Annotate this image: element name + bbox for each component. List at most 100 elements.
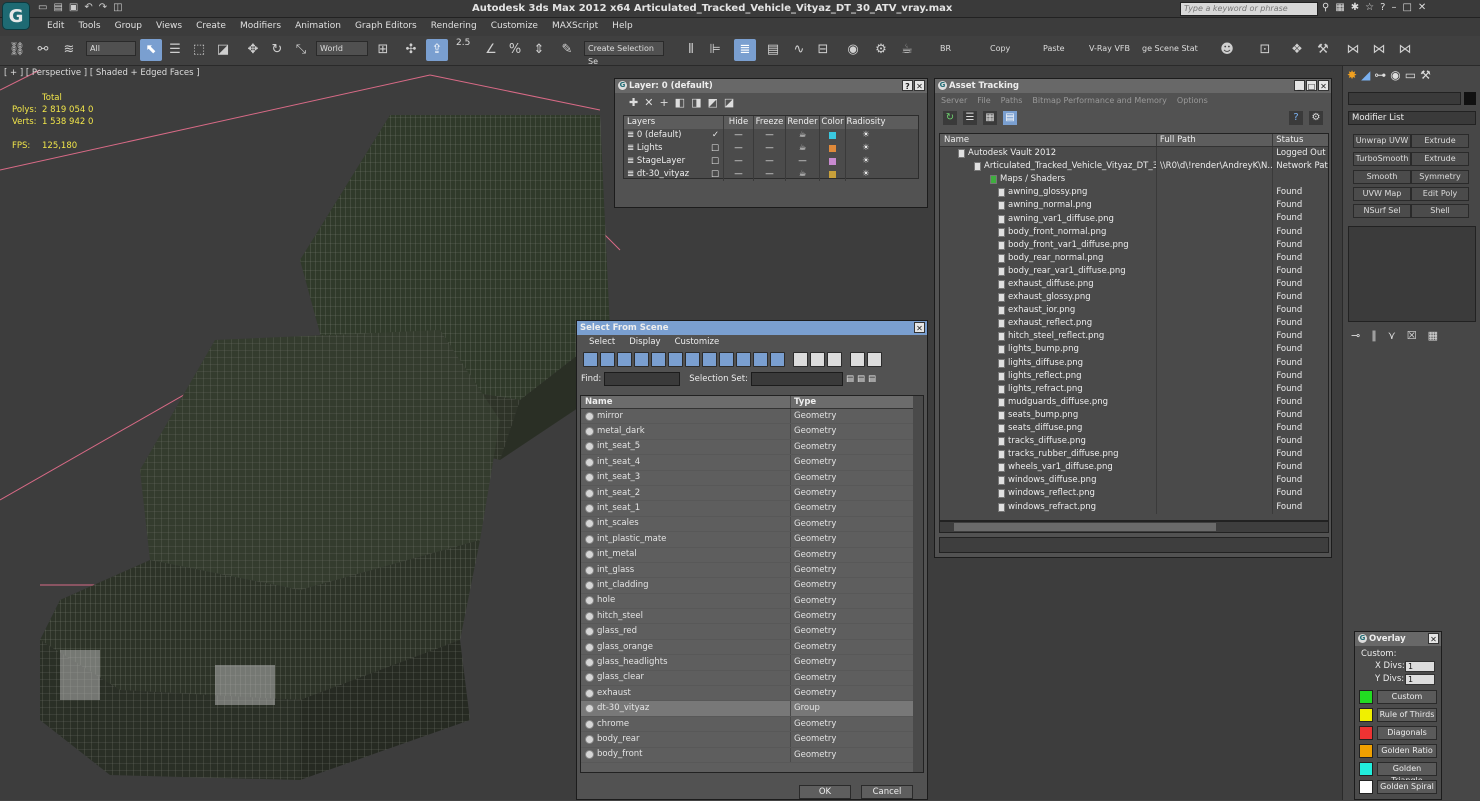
br-button[interactable]: BR bbox=[940, 44, 951, 53]
radiosity-icon[interactable]: ☀ bbox=[846, 142, 886, 155]
hide-toggle[interactable]: — bbox=[724, 129, 754, 142]
col-type[interactable]: Type bbox=[791, 396, 911, 408]
selset-icon[interactable]: ▤ bbox=[846, 374, 854, 384]
scene-row[interactable]: exhaust Geometry bbox=[581, 686, 923, 702]
select-in-layer-icon[interactable]: ◧ bbox=[675, 96, 685, 110]
display-frozen-icon[interactable] bbox=[753, 352, 768, 367]
display-bones-icon[interactable] bbox=[719, 352, 734, 367]
layer-manager-icon[interactable]: ≣ bbox=[734, 39, 756, 61]
scene-row[interactable]: int_plastic_mate Geometry bbox=[581, 532, 923, 548]
filter-options-icon[interactable] bbox=[867, 352, 882, 367]
overlay-button[interactable]: Golden Triangle bbox=[1377, 762, 1437, 785]
scene-dialog-title[interactable]: Select From Scene ✕ bbox=[577, 321, 927, 335]
render-teapot-icon[interactable]: — bbox=[786, 155, 820, 168]
scene-row[interactable]: int_seat_1 Geometry bbox=[581, 501, 923, 517]
scene-menu-select[interactable]: Select bbox=[589, 335, 615, 350]
asset-connect-icon[interactable]: ⚙ bbox=[1309, 111, 1323, 125]
modifier-button[interactable]: Shell bbox=[1411, 204, 1469, 218]
thumbnail-view-icon[interactable]: ▦ bbox=[983, 111, 997, 125]
scene-list-scrollbar[interactable] bbox=[913, 396, 923, 772]
asset-row[interactable]: Autodesk Vault 2012 Logged Out ( bbox=[940, 147, 1328, 161]
overlay-color-swatch[interactable] bbox=[1359, 690, 1373, 704]
object-color-swatch[interactable] bbox=[1464, 92, 1476, 105]
scene-row[interactable]: hitch_steel Geometry bbox=[581, 609, 923, 625]
hide-toggle[interactable]: — bbox=[724, 142, 754, 155]
modifier-button[interactable]: UVW Map bbox=[1353, 187, 1411, 201]
scene-row[interactable]: metal_dark Geometry bbox=[581, 424, 923, 440]
window-crossing-icon[interactable]: ◪ bbox=[212, 39, 234, 61]
pivot-center-icon[interactable]: ⊞ bbox=[372, 39, 394, 61]
overlay-item[interactable]: Golden Spiral bbox=[1359, 780, 1437, 795]
asset-menu-server[interactable]: Server bbox=[941, 93, 967, 108]
asset-row[interactable]: windows_refract.png Found bbox=[940, 500, 1328, 514]
container-icon[interactable]: ❖ bbox=[1286, 39, 1308, 61]
configure-sets-icon[interactable]: ▦ bbox=[1428, 329, 1438, 342]
asset-row[interactable]: exhaust_diffuse.png Found bbox=[940, 277, 1328, 292]
schematic-view-icon[interactable]: ⊟ bbox=[812, 39, 834, 61]
hierarchy-tab-icon[interactable]: ⊶ bbox=[1374, 68, 1386, 84]
modify-tab-icon[interactable]: ◢ bbox=[1361, 68, 1370, 84]
display-groups-icon[interactable] bbox=[685, 352, 700, 367]
overlay-button[interactable]: Golden Ratio bbox=[1377, 744, 1437, 758]
modifier-button[interactable]: Extrude bbox=[1411, 134, 1469, 148]
move-icon[interactable]: ✥ bbox=[242, 39, 264, 61]
overlay-color-swatch[interactable] bbox=[1359, 762, 1373, 776]
pin-stack-icon[interactable]: ⊸ bbox=[1351, 329, 1360, 342]
scrollbar-thumb[interactable] bbox=[954, 523, 1216, 531]
edit-named-selection-icon[interactable]: ✎ bbox=[556, 39, 578, 61]
ok-button[interactable]: OK bbox=[799, 785, 851, 799]
hide-toggle[interactable]: — bbox=[724, 168, 754, 181]
modifier-button[interactable]: Smooth bbox=[1353, 170, 1411, 184]
overlay-color-swatch[interactable] bbox=[1359, 780, 1373, 794]
layer-row[interactable]: ≣ Lights □ — — ☕ ☀ bbox=[624, 142, 918, 155]
keyboard-shortcut-override-icon[interactable]: ⇪ bbox=[426, 39, 448, 61]
subscription-icon[interactable]: ▦ bbox=[1335, 2, 1344, 13]
menu-create[interactable]: Create bbox=[189, 18, 233, 36]
menu-graph-editors[interactable]: Graph Editors bbox=[348, 18, 424, 36]
spinner-snap-icon[interactable]: ⇕ bbox=[528, 39, 550, 61]
select-none-icon[interactable] bbox=[810, 352, 825, 367]
render-icon[interactable]: ☕ bbox=[896, 39, 918, 61]
asset-menu-bitmap[interactable]: Bitmap Performance and Memory bbox=[1032, 93, 1167, 108]
render-teapot-icon[interactable]: ☕ bbox=[786, 142, 820, 155]
layer-row[interactable]: ≣ 0 (default) ✓ — — ☕ ☀ bbox=[624, 129, 918, 142]
menu-views[interactable]: Views bbox=[149, 18, 189, 36]
asset-row[interactable]: lights_bump.png Found bbox=[940, 343, 1328, 357]
delete-layer-icon[interactable]: ✕ bbox=[644, 96, 653, 110]
manage-scene-states-button[interactable]: ge Scene Stat bbox=[1142, 44, 1198, 53]
motion-tab-icon[interactable]: ◉ bbox=[1390, 68, 1400, 84]
paste-button[interactable]: Paste bbox=[1043, 44, 1065, 53]
asset-menu-options[interactable]: Options bbox=[1177, 93, 1208, 108]
overlay-item[interactable]: Diagonals bbox=[1359, 726, 1437, 741]
asset-row[interactable]: awning_var1_diffuse.png Found bbox=[940, 212, 1328, 226]
save-file-icon[interactable]: ▣ bbox=[69, 2, 78, 16]
wrench-icon[interactable]: ⚒ bbox=[1312, 39, 1334, 61]
asset-row[interactable]: lights_refract.png Found bbox=[940, 382, 1328, 396]
overlay-button[interactable]: Golden Spiral bbox=[1377, 780, 1437, 794]
col-radiosity[interactable]: Radiosity bbox=[846, 116, 886, 129]
scene-row[interactable]: body_rear Geometry bbox=[581, 732, 923, 748]
radiosity-icon[interactable]: ☀ bbox=[846, 129, 886, 142]
modifier-button[interactable]: Symmetry bbox=[1411, 170, 1469, 184]
menu-rendering[interactable]: Rendering bbox=[424, 18, 484, 36]
named-selection-set-dropdown[interactable]: Create Selection Se bbox=[584, 41, 664, 66]
modifier-stack[interactable] bbox=[1348, 226, 1476, 322]
set-key-icon[interactable]: ⋈ bbox=[1368, 39, 1390, 61]
search-icon[interactable]: ⚲ bbox=[1322, 2, 1329, 13]
display-cameras-icon[interactable] bbox=[634, 352, 649, 367]
overlay-item[interactable]: Golden Ratio bbox=[1359, 744, 1437, 759]
utilities-tab-icon[interactable]: ⚒ bbox=[1420, 68, 1431, 84]
refresh-icon[interactable]: ↻ bbox=[943, 111, 957, 125]
asset-row[interactable]: exhaust_glossy.png Found bbox=[940, 291, 1328, 305]
freeze-toggle[interactable]: — bbox=[754, 155, 786, 168]
layer-color-swatch[interactable] bbox=[829, 145, 836, 152]
col-name[interactable]: Name bbox=[940, 134, 1157, 146]
scene-row[interactable]: glass_clear Geometry bbox=[581, 670, 923, 687]
communication-icon[interactable]: ✱ bbox=[1351, 2, 1359, 13]
mirror-icon[interactable]: ⫴ bbox=[680, 39, 702, 61]
scale-icon[interactable]: ⤡ bbox=[290, 39, 312, 61]
col-render[interactable]: Render bbox=[786, 116, 820, 129]
freeze-toggle[interactable]: — bbox=[754, 129, 786, 142]
col-hide[interactable]: Hide bbox=[724, 116, 754, 129]
percent-snap-icon[interactable]: % bbox=[504, 39, 526, 61]
